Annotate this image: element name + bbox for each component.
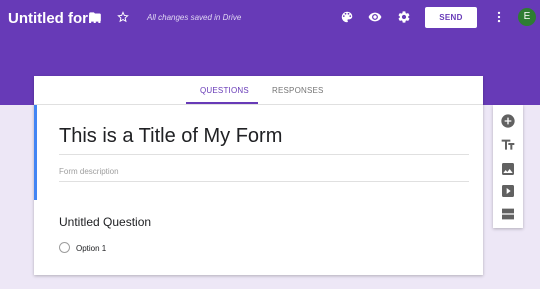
star-icon[interactable] bbox=[116, 10, 130, 24]
form-title-input[interactable]: This is a Title of My Form bbox=[59, 125, 469, 155]
send-button[interactable]: SEND bbox=[425, 7, 477, 28]
option-label[interactable]: Option 1 bbox=[76, 244, 106, 253]
side-toolbar bbox=[493, 105, 523, 228]
tab-bar: QUESTIONS RESPONSES bbox=[34, 76, 483, 105]
active-tab-indicator bbox=[186, 102, 258, 104]
focus-accent-bar bbox=[34, 105, 37, 200]
add-section-icon[interactable] bbox=[500, 206, 516, 222]
add-image-icon[interactable] bbox=[500, 161, 516, 177]
add-video-icon[interactable] bbox=[500, 183, 516, 199]
save-status: All changes saved in Drive bbox=[147, 13, 242, 22]
add-title-icon[interactable] bbox=[500, 137, 516, 153]
form-card: QUESTIONS RESPONSES This is a Title of M… bbox=[34, 76, 483, 275]
tab-questions[interactable]: QUESTIONS bbox=[200, 86, 249, 95]
title-section[interactable]: This is a Title of My Form Form descript… bbox=[34, 105, 483, 200]
radio-button bbox=[59, 242, 70, 253]
add-question-icon[interactable] bbox=[500, 113, 516, 129]
palette-icon[interactable] bbox=[340, 10, 354, 24]
gear-icon[interactable] bbox=[397, 10, 411, 24]
more-vert-icon[interactable] bbox=[492, 10, 506, 24]
form-description-input[interactable]: Form description bbox=[59, 167, 469, 182]
eye-icon[interactable] bbox=[368, 10, 382, 24]
folder-icon[interactable] bbox=[88, 10, 102, 24]
tab-responses[interactable]: RESPONSES bbox=[272, 86, 324, 95]
question-title[interactable]: Untitled Question bbox=[59, 215, 151, 229]
avatar[interactable]: E bbox=[518, 8, 536, 26]
